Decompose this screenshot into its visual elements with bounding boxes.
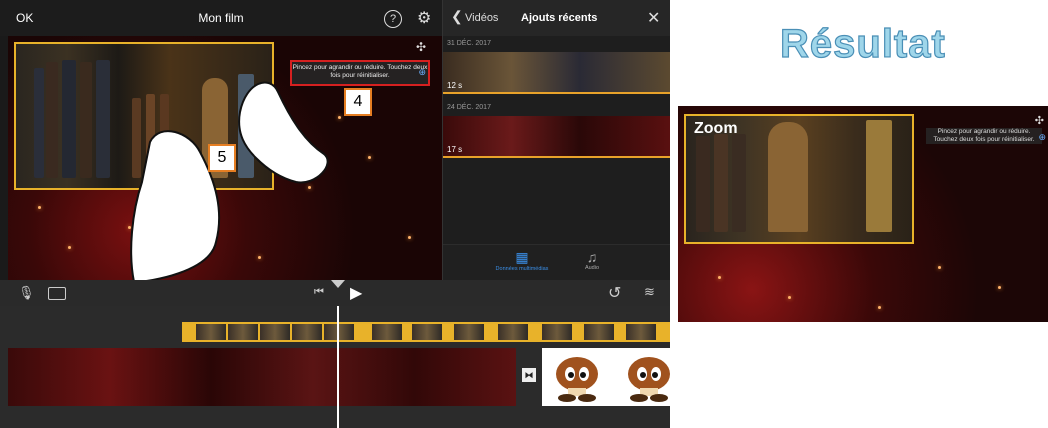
zoom-icon[interactable]: ⊕ [418,68,426,77]
result-pip-overlay: Zoom [684,114,914,244]
back-videos-button[interactable]: Vidéos [465,12,498,24]
tab-audio[interactable]: ♫ Audio [557,249,627,271]
undo-icon[interactable]: ↺ [608,283,621,303]
film-icon: ▦ [515,249,529,265]
section-date: 24 DÉC. 2017 [447,104,491,111]
imovie-app: OK Mon film ? ⚙ ✣ Pincez pour agrandir o… [0,0,670,428]
zoom-label: Zoom [694,120,738,137]
main-video-track[interactable] [8,348,516,406]
microphone-icon[interactable]: 🎙 [18,285,35,301]
goomba-image [556,357,598,402]
browser-header: ❮ Vidéos Ajouts récents ✕ [443,0,670,36]
finger-gesture-illustration [130,81,329,282]
move-icon: ✣ [1034,115,1044,127]
result-preview-image: Zoom ✣ Pincez pour agrandir ou réduire. … [678,106,1048,322]
section-date: 31 DÉC. 2017 [447,40,491,47]
goomba-clip[interactable] [542,348,670,406]
tab-media[interactable]: ▦ Données multimédias [487,249,557,272]
playhead-marker-icon [331,280,345,288]
play-icon[interactable]: ▶ [350,283,362,303]
browser-title: Ajouts récents [521,12,598,24]
goomba-image [628,357,670,402]
zoom-icon: ⊕ [1038,132,1046,142]
close-icon[interactable]: ✕ [647,8,660,28]
skip-back-icon[interactable]: ⏮ [314,286,324,299]
waveform-icon[interactable]: ≋ [644,284,655,300]
chevron-left-icon[interactable]: ❮ [451,8,463,25]
result-hint-text: Pincez pour agrandir ou réduire. Touchez… [926,128,1042,144]
transition-icon[interactable]: ⧓ [522,368,536,382]
camera-icon[interactable] [48,287,66,300]
media-clip[interactable]: 17 s [443,116,670,158]
pip-clip-track[interactable] [182,322,670,342]
tab-media-label: Données multimédias [495,266,549,272]
gear-icon[interactable]: ⚙ [417,8,431,28]
music-note-icon: ♫ [586,249,598,265]
result-heading: Résultat [779,21,946,66]
playback-controls: 🎙 ⏮ ▶ ↺ ≋ [0,280,670,306]
clip-duration: 17 s [447,145,463,154]
annotation-badge-4: 4 [344,88,372,116]
timeline[interactable]: ⧓ [0,306,670,428]
playhead[interactable] [337,306,339,428]
media-browser-panel: ❮ Vidéos Ajouts récents ✕ 31 DÉC. 2017 1… [442,0,670,281]
project-topbar: OK Mon film ? ⚙ [0,0,442,36]
question-icon[interactable]: ? [384,10,402,28]
move-icon[interactable]: ✣ [416,40,426,54]
browser-tab-bar: ▦ Données multimédias ♫ Audio [443,244,670,281]
tab-audio-label: Audio [584,265,600,271]
annotation-badge-5: 5 [208,144,236,172]
media-clip[interactable]: 12 s [443,52,670,94]
project-title: Mon film [198,11,244,25]
clip-duration: 12 s [447,81,463,90]
